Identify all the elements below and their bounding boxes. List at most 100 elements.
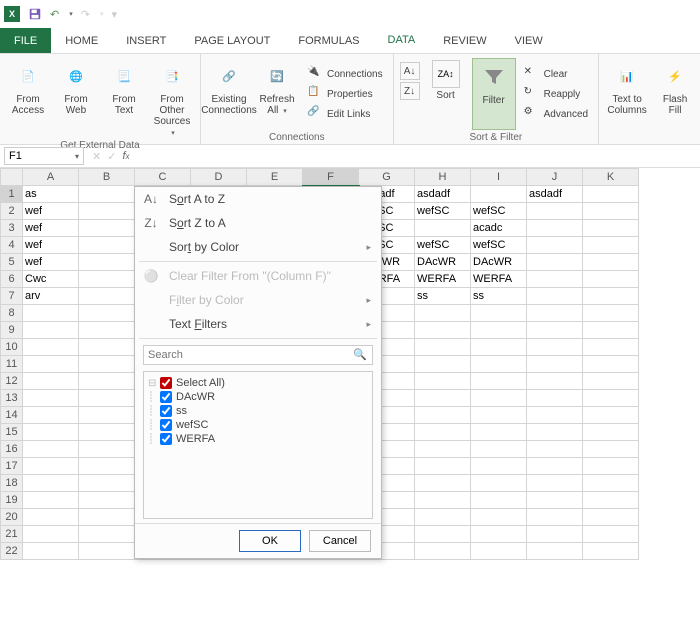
cell[interactable] — [471, 475, 527, 492]
cell[interactable]: as — [23, 186, 79, 203]
cell[interactable] — [583, 271, 639, 288]
cell[interactable] — [79, 373, 135, 390]
cell[interactable] — [79, 237, 135, 254]
cell[interactable] — [415, 458, 471, 475]
cell[interactable] — [527, 237, 583, 254]
cell[interactable]: wef — [23, 237, 79, 254]
cell[interactable] — [527, 509, 583, 526]
row-header[interactable]: 13 — [1, 390, 23, 407]
row-header[interactable]: 3 — [1, 220, 23, 237]
cell[interactable] — [471, 339, 527, 356]
sort-button[interactable]: ZA↕Sort — [424, 58, 468, 130]
cell[interactable] — [415, 526, 471, 543]
cell[interactable] — [79, 492, 135, 509]
text-to-columns-button[interactable]: 📊Text toColumns — [605, 58, 649, 130]
cell[interactable]: ss — [471, 288, 527, 305]
cell[interactable] — [583, 475, 639, 492]
cell[interactable] — [23, 424, 79, 441]
cell[interactable]: acadc — [471, 220, 527, 237]
cell[interactable] — [583, 186, 639, 203]
formula-input[interactable] — [138, 149, 697, 164]
cell[interactable] — [79, 543, 135, 560]
column-header[interactable]: B — [79, 169, 135, 186]
advanced-button[interactable]: ⚙Advanced — [520, 105, 592, 123]
cell[interactable] — [79, 254, 135, 271]
select-all-checkbox[interactable]: ⊟Select All) — [148, 376, 368, 390]
cell[interactable] — [471, 305, 527, 322]
cell[interactable] — [415, 220, 471, 237]
cell[interactable] — [79, 220, 135, 237]
cell[interactable] — [583, 339, 639, 356]
from-other-sources-button[interactable]: 📑From OtherSources ▾ — [150, 58, 194, 138]
sort-a-to-z[interactable]: A↓Sort A to Z — [135, 187, 381, 211]
cell[interactable] — [23, 407, 79, 424]
cell[interactable] — [79, 305, 135, 322]
cell[interactable] — [583, 373, 639, 390]
cell[interactable] — [583, 407, 639, 424]
from-web-button[interactable]: 🌐FromWeb — [54, 58, 98, 138]
tab-review[interactable]: REVIEW — [429, 28, 500, 53]
cell[interactable] — [23, 339, 79, 356]
column-header[interactable]: K — [583, 169, 639, 186]
cell[interactable]: wef — [23, 254, 79, 271]
refresh-all-button[interactable]: 🔄RefreshAll ▾ — [255, 58, 299, 130]
cell[interactable] — [79, 475, 135, 492]
cell[interactable]: WERFA — [415, 271, 471, 288]
cell[interactable] — [23, 322, 79, 339]
edit-links-button[interactable]: 🔗Edit Links — [303, 105, 387, 123]
row-header[interactable]: 19 — [1, 492, 23, 509]
cell[interactable] — [79, 407, 135, 424]
cell[interactable] — [471, 441, 527, 458]
cell[interactable]: wefSC — [415, 237, 471, 254]
existing-connections-button[interactable]: 🔗ExistingConnections — [207, 58, 251, 130]
cell[interactable] — [415, 475, 471, 492]
cell[interactable] — [527, 390, 583, 407]
row-header[interactable]: 1 — [1, 186, 23, 203]
cell[interactable] — [527, 254, 583, 271]
cell[interactable] — [79, 441, 135, 458]
undo-icon[interactable]: ↶ — [50, 8, 59, 21]
cell[interactable] — [583, 254, 639, 271]
cell[interactable] — [583, 424, 639, 441]
cell[interactable] — [527, 492, 583, 509]
cell[interactable]: asdadf — [415, 186, 471, 203]
reapply-button[interactable]: ↻Reapply — [520, 85, 592, 103]
cell[interactable]: DAcWR — [415, 254, 471, 271]
text-filters[interactable]: Text Filters▸ — [135, 312, 381, 336]
cell[interactable] — [471, 543, 527, 560]
row-header[interactable]: 12 — [1, 373, 23, 390]
cell[interactable] — [23, 356, 79, 373]
cell[interactable] — [415, 322, 471, 339]
filter-option[interactable]: ┊WERFA — [148, 432, 368, 446]
row-header[interactable]: 18 — [1, 475, 23, 492]
cell[interactable]: wefSC — [415, 203, 471, 220]
tab-file[interactable]: FILE — [0, 28, 51, 53]
column-header[interactable]: C — [135, 169, 191, 186]
row-header[interactable]: 22 — [1, 543, 23, 560]
filter-button[interactable]: Filter — [472, 58, 516, 130]
cell[interactable] — [583, 322, 639, 339]
cell[interactable] — [23, 543, 79, 560]
cell[interactable] — [415, 339, 471, 356]
row-header[interactable]: 8 — [1, 305, 23, 322]
cell[interactable] — [583, 356, 639, 373]
row-header[interactable]: 4 — [1, 237, 23, 254]
cell[interactable] — [527, 475, 583, 492]
cell[interactable] — [79, 203, 135, 220]
cell[interactable] — [471, 373, 527, 390]
column-header[interactable]: E — [247, 169, 303, 186]
cell[interactable] — [471, 424, 527, 441]
row-header[interactable]: 17 — [1, 458, 23, 475]
cell[interactable] — [415, 492, 471, 509]
cell[interactable] — [527, 203, 583, 220]
cell[interactable] — [79, 526, 135, 543]
clear-filter-button[interactable]: ✕Clear — [520, 65, 592, 83]
cell[interactable] — [415, 356, 471, 373]
from-access-button[interactable]: 📄FromAccess — [6, 58, 50, 138]
cell[interactable] — [415, 373, 471, 390]
tab-formulas[interactable]: FORMULAS — [284, 28, 373, 53]
column-header[interactable]: A — [23, 169, 79, 186]
cell[interactable] — [527, 220, 583, 237]
cell[interactable] — [583, 237, 639, 254]
cell[interactable] — [79, 424, 135, 441]
